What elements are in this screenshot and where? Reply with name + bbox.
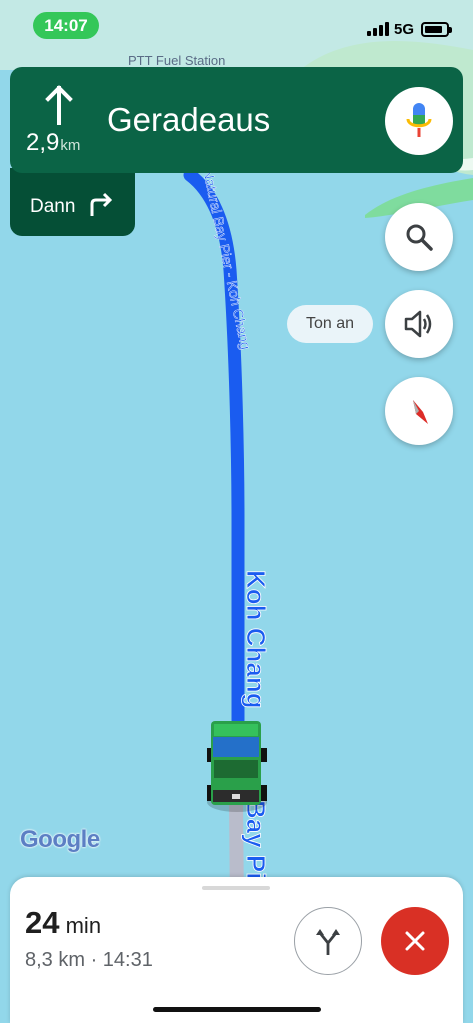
vehicle-icon (207, 721, 267, 812)
maneuver-distance: 2,9km (26, 129, 80, 157)
straight-arrow-icon (45, 85, 73, 125)
fork-arrows-icon (316, 929, 340, 955)
signal-icon (367, 22, 389, 36)
alternate-routes-button[interactable] (294, 907, 362, 975)
sound-button[interactable] (385, 290, 453, 358)
home-indicator (153, 1007, 321, 1012)
route-label-bottom: Bay Pi (241, 800, 271, 880)
compass-icon (413, 400, 428, 424)
duration-value: 24 (25, 905, 60, 940)
then-label: Dann (30, 196, 76, 217)
network-label: 5G (394, 21, 415, 38)
battery-icon (421, 22, 452, 37)
duration-unit: min (65, 913, 102, 938)
search-button[interactable] (385, 203, 453, 271)
trip-summary-sheet[interactable]: 24 min 8,3 km · 14:31 (10, 877, 463, 1023)
close-icon (405, 931, 425, 951)
navigation-banner[interactable]: 2,9km Geradeaus (10, 67, 463, 173)
voice-search-button[interactable] (385, 87, 453, 155)
trip-summary: 8,3 km · 14:31 (25, 949, 153, 971)
distance-unit: km (60, 137, 81, 154)
poi-label[interactable]: PTT Fuel Station (128, 53, 225, 68)
route-label-lower: Koh Chang (241, 570, 271, 709)
maneuver-instruction: Geradeaus (107, 101, 271, 138)
speaker-icon (404, 310, 432, 338)
sheet-grabber[interactable] (202, 886, 270, 890)
then-maneuver-panel[interactable]: Dann (10, 168, 135, 236)
microphone-icon (406, 103, 432, 137)
compass-button[interactable] (385, 377, 453, 445)
turn-right-icon (90, 192, 113, 216)
status-bar: 14:07 5G (0, 0, 473, 54)
sound-status-chip: Ton an (287, 305, 373, 343)
end-navigation-button[interactable] (381, 907, 449, 975)
google-logo: Google (20, 826, 100, 853)
trip-duration: 24 min (25, 905, 101, 941)
search-icon (406, 224, 433, 251)
status-time[interactable]: 14:07 (33, 12, 99, 39)
distance-value: 2,9 (26, 129, 60, 156)
